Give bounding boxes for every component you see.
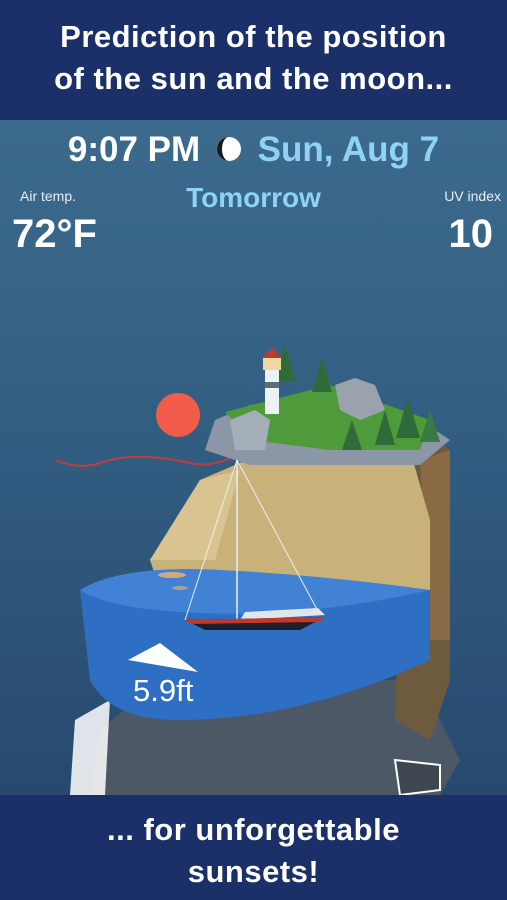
sun-path-line bbox=[54, 455, 236, 467]
tree bbox=[312, 358, 332, 392]
time-date-row: 9:07 PM Sun, Aug 7 bbox=[0, 130, 507, 170]
current-date[interactable]: Sun, Aug 7 bbox=[258, 130, 439, 169]
top-banner-line-1: Prediction of the position bbox=[60, 19, 447, 54]
tide-depth: 5.9ft bbox=[133, 673, 194, 708]
sun-icon bbox=[156, 393, 200, 437]
bottom-banner-line-1: ... for unforgettable bbox=[107, 812, 400, 847]
top-banner-line-2: of the sun and the moon... bbox=[54, 61, 453, 96]
current-time: 9:07 PM bbox=[67, 130, 201, 169]
weather-scene: 9:07 PM Sun, Aug 7 Air temp. 72°F Tomorr… bbox=[0, 120, 507, 795]
uv-index-value: 10 bbox=[448, 212, 494, 256]
bottom-banner: ... for unforgettable sunsets! bbox=[0, 795, 507, 900]
top-banner: Prediction of the position of the sun an… bbox=[0, 0, 507, 120]
air-temp-value: 72°F bbox=[12, 212, 97, 256]
day-selector[interactable]: Tomorrow bbox=[0, 182, 507, 214]
stand-edge bbox=[70, 700, 110, 795]
moon-phase-icon bbox=[216, 136, 241, 161]
uv-index-label: UV index bbox=[444, 188, 501, 204]
lighthouse bbox=[265, 370, 279, 414]
bottom-banner-line-2: sunsets! bbox=[187, 854, 320, 889]
